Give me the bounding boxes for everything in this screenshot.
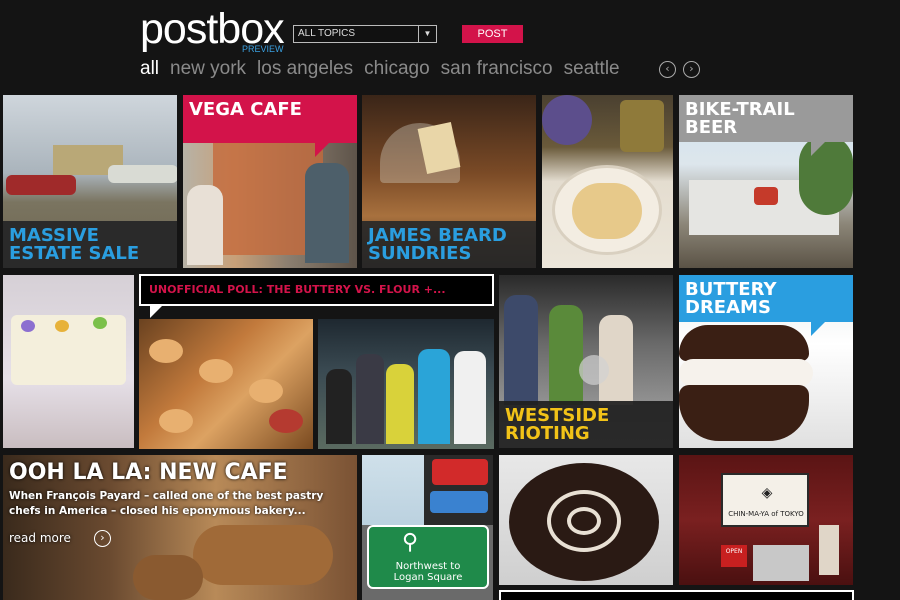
neon-red-image	[432, 459, 488, 485]
topics-selected: ALL TOPICS	[298, 28, 356, 39]
player-image	[356, 354, 384, 444]
bread-image	[193, 525, 333, 585]
tile-headline: MASSIVE ESTATE SALE	[9, 225, 140, 264]
tile-massive-estate-sale[interactable]: MASSIVE ESTATE SALE	[3, 95, 177, 268]
tile-vega-cafe[interactable]: VEGA CAFE	[183, 95, 357, 268]
post-button[interactable]: POST	[462, 25, 523, 43]
mug-image	[620, 100, 664, 152]
topics-dropdown[interactable]: ALL TOPICS ▼	[293, 25, 437, 43]
shop-sign-text: CHIN-MA-YA of TOKYO	[728, 510, 804, 518]
open-sign-text: OPEN	[725, 548, 743, 555]
donut-image	[199, 359, 233, 383]
tile-headline: VEGA CAFE	[189, 99, 302, 120]
person-image	[187, 185, 223, 265]
cookie-top-image	[679, 325, 809, 361]
shop-menu-image	[819, 525, 839, 575]
tile-headline: BIKE-TRAIL BEER	[685, 99, 795, 138]
donut-image	[159, 409, 193, 433]
cookies-image	[572, 183, 642, 239]
tile-cookies[interactable]	[542, 95, 673, 268]
flowers-image	[542, 95, 592, 145]
tile-westside-rioting[interactable]: WESTSIDE RIOTING	[499, 275, 673, 448]
nav-item-new-york[interactable]: new york	[170, 58, 246, 80]
donut-image	[269, 409, 303, 433]
tile-headline: BUTTERY DREAMS	[685, 279, 777, 318]
red-car-image	[6, 175, 76, 195]
tile-tennis-players[interactable]	[318, 319, 494, 449]
bubble-bottom	[499, 590, 854, 600]
tile-headline: WESTSIDE RIOTING	[505, 405, 610, 444]
nav-item-seattle[interactable]: seattle	[564, 58, 620, 80]
nav-item-all[interactable]: all	[140, 58, 159, 80]
neon-blue-image	[430, 491, 488, 513]
preview-label: PREVIEW	[242, 44, 284, 54]
shop-window-image	[753, 545, 809, 581]
person-image	[549, 305, 583, 405]
donut-image	[149, 339, 183, 363]
tile-buttery-dreams[interactable]: BUTTERY DREAMS	[679, 275, 853, 448]
player-image	[326, 369, 352, 444]
tile-chin-ma-ya[interactable]: ◈ CHIN-MA-YA of TOKYO OPEN	[679, 455, 853, 585]
tree-image	[799, 135, 853, 215]
cafe-headline: OOH LA LA: NEW CAFE	[9, 460, 288, 485]
player-image	[418, 349, 450, 444]
cafe-description: When François Payard – called one of the…	[9, 490, 324, 517]
tile-chocolate-swirl[interactable]	[499, 455, 673, 585]
donut-image	[249, 379, 283, 403]
tile-bike-trail-beer[interactable]: BIKE-TRAIL BEER	[679, 95, 853, 268]
poll-headline: UNOFFICIAL POLL: THE BUTTERY VS. FLOUR +…	[149, 283, 446, 296]
white-car-image	[108, 165, 177, 183]
cookie-bottom-image	[679, 385, 809, 441]
city-nav: all new york los angeles chicago san fra…	[140, 58, 620, 80]
person-image	[305, 163, 349, 263]
player-image	[454, 351, 486, 444]
cream-filling-image	[679, 359, 813, 387]
tile-petit-fours[interactable]	[3, 275, 134, 448]
nav-item-los-angeles[interactable]: los angeles	[257, 58, 353, 80]
tile-bike-sign[interactable]: ⚲ Northwest to Logan Square	[362, 455, 493, 600]
sign-line-2: Logan Square	[393, 572, 463, 583]
prev-arrow-icon[interactable]: ‹	[659, 61, 676, 78]
tile-headline: JAMES BEARD SUNDRIES	[368, 225, 507, 264]
tile-james-beard-sundries[interactable]: JAMES BEARD SUNDRIES	[362, 95, 536, 268]
bike-icon: ⚲	[402, 530, 419, 555]
read-more-arrow-icon[interactable]: ›	[94, 530, 111, 547]
player-image	[386, 364, 414, 444]
nav-item-chicago[interactable]: chicago	[364, 58, 430, 80]
chevron-down-icon[interactable]: ▼	[418, 26, 436, 42]
brewery-sign-image	[754, 187, 778, 205]
person-image	[504, 295, 538, 405]
next-arrow-icon[interactable]: ›	[683, 61, 700, 78]
sign-line-1: Northwest to	[395, 561, 461, 572]
bread-image	[133, 555, 203, 600]
shop-emblem-icon: ◈	[761, 485, 773, 501]
teapot-image	[579, 355, 609, 385]
poll-bubble[interactable]: UNOFFICIAL POLL: THE BUTTERY VS. FLOUR +…	[139, 274, 494, 306]
tile-donuts[interactable]	[139, 319, 313, 449]
tile-ooh-la-la-new-cafe[interactable]: OOH LA LA: NEW CAFE When François Payard…	[3, 455, 357, 600]
nav-item-san-francisco[interactable]: san francisco	[441, 58, 553, 80]
read-more-link[interactable]: read more	[9, 531, 71, 545]
